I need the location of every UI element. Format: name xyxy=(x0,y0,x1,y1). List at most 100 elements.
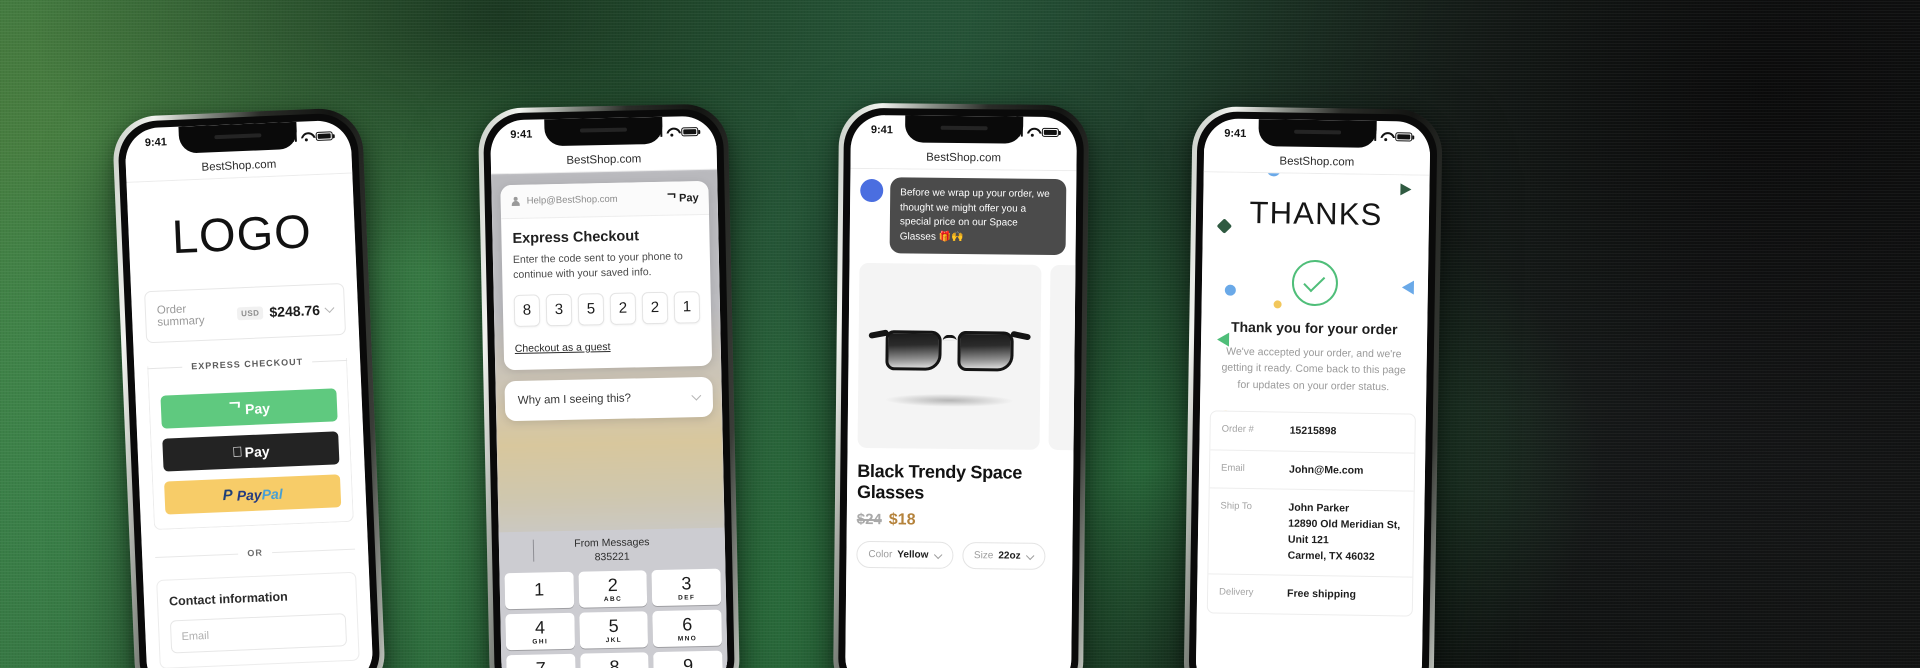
phone-2-screen: 9:41 BestShop.com Help@BestShop.com ᄀ Pa… xyxy=(489,115,729,668)
keypad-letters: GHI xyxy=(532,637,549,646)
keypad-key[interactable]: 9WXYZ xyxy=(653,650,723,668)
contact-title: Contact information xyxy=(168,589,289,609)
phone-bezel: 9:41 BestShop.com Help@BestShop.com ᄀ Pa… xyxy=(482,108,736,668)
currency-badge: USD xyxy=(236,305,264,320)
keypad-key[interactable]: 7PQRS xyxy=(506,653,576,668)
otp-digit[interactable]: 3 xyxy=(545,293,573,327)
express-checkout-box: ᄀ Pay  Pay P PayPal xyxy=(147,357,354,531)
lens-left xyxy=(885,329,942,371)
keypad-key[interactable]: 6 MNO xyxy=(652,609,723,648)
size-value: 22oz xyxy=(998,550,1021,562)
order-summary-label: Order summary xyxy=(156,303,205,329)
url-text: BestShop.com xyxy=(566,152,642,167)
paypal-label-pal: Pal xyxy=(261,485,283,503)
url-text: BestShop.com xyxy=(201,158,277,174)
keypad-key[interactable]: 2 ABC xyxy=(578,570,648,608)
table-row: Email John@Me.com xyxy=(1209,449,1415,492)
otp-digit[interactable]: 2 xyxy=(609,292,637,325)
otp-digit[interactable]: 5 xyxy=(577,292,605,326)
battery-icon xyxy=(315,130,333,141)
browser-url-bar[interactable]: BestShop.com xyxy=(1203,148,1431,176)
product-image-card[interactable] xyxy=(857,262,1042,450)
why-am-i-seeing-this-row[interactable]: Why am I seeing this? xyxy=(504,376,714,421)
bridge xyxy=(942,334,957,341)
wifi-icon xyxy=(1380,132,1391,141)
phone-1-content: LOGO Order summary USD $248.76 EXPRESS C… xyxy=(126,173,374,668)
product-info: Black Trendy Space Glasses $24 $18 Color… xyxy=(846,448,1073,570)
phone-3-product-offer: 9:41 BestShop.com Before we wrap up your… xyxy=(832,102,1090,668)
order-summary-row[interactable]: Order summary USD $248.76 xyxy=(144,282,347,344)
shop-pay-label: Pay xyxy=(244,399,271,417)
color-selector[interactable]: Color Yellow xyxy=(856,540,954,569)
phone-4-screen: 9:41 BestShop.com THANKS Thank you for y… xyxy=(1195,118,1431,668)
product-image-card-next[interactable] xyxy=(1048,264,1077,451)
sheet-header: Help@BestShop.com ᄀ Pay xyxy=(500,180,710,220)
phone-1-checkout: 9:41 BestShop.com LOGO Order summary USD… xyxy=(111,107,387,668)
phone-bezel: 9:41 BestShop.com THANKS Thank you for y… xyxy=(1188,111,1438,668)
keypad-key[interactable]: 4 GHI xyxy=(505,612,575,651)
url-text: BestShop.com xyxy=(926,151,1002,164)
chevron-down-icon[interactable] xyxy=(691,390,702,401)
otp-digit[interactable]: 8 xyxy=(513,294,541,327)
detail-key: Delivery xyxy=(1219,586,1254,599)
apple-pay-button[interactable]:  Pay xyxy=(162,431,340,472)
keypad-key[interactable]: 8TUV xyxy=(579,652,650,668)
status-time: 9:41 xyxy=(510,128,533,142)
size-selector[interactable]: Size 22oz xyxy=(961,541,1046,570)
sheet-subtitle: Enter the code sent to your phone to con… xyxy=(512,250,683,281)
color-value: Yellow xyxy=(897,549,929,561)
express-checkout-sheet: Help@BestShop.com ᄀ Pay Express Checkout… xyxy=(500,180,713,370)
keypad-key[interactable]: 1 xyxy=(504,571,574,610)
shop-pay-glyph: ᄀ xyxy=(665,191,678,206)
url-text: BestShop.com xyxy=(1279,154,1355,169)
order-total: $248.76 xyxy=(269,301,321,321)
keypad-number: 2 xyxy=(607,574,618,595)
price-original: $24 xyxy=(856,510,882,528)
table-row: Delivery Free shipping xyxy=(1208,575,1413,616)
price-discounted: $18 xyxy=(888,511,916,529)
browser-url-bar[interactable]: BestShop.com xyxy=(850,144,1077,172)
chevron-down-icon[interactable] xyxy=(934,550,943,558)
phone-bezel: 9:41 BestShop.com Before we wrap up your… xyxy=(837,107,1085,668)
otp-code-row: 8 3 5 2 2 1 xyxy=(513,290,701,327)
product-carousel[interactable] xyxy=(848,262,1077,451)
account-email: Help@BestShop.com xyxy=(526,193,618,207)
keypad-number: 5 xyxy=(608,615,619,636)
table-row: Order # 15215898 xyxy=(1210,411,1415,454)
paypal-button[interactable]: P PayPal xyxy=(164,474,342,515)
status-time: 9:41 xyxy=(144,136,168,150)
notch xyxy=(904,115,1023,144)
keypad-number: 7 xyxy=(535,657,547,668)
otp-digit[interactable]: 2 xyxy=(641,291,669,325)
phone-4-content: THANKS Thank you for your order We've ac… xyxy=(1195,172,1430,668)
apple-logo-icon:  xyxy=(232,443,243,459)
chevron-down-icon[interactable] xyxy=(324,303,335,313)
status-time: 9:41 xyxy=(870,124,893,137)
wifi-icon xyxy=(1027,127,1038,136)
sheet-title: Express Checkout xyxy=(512,228,640,247)
table-row: Ship To John Parker 12890 Old Meridian S… xyxy=(1208,488,1414,578)
chat-message-row: Before we wrap up your order, we thought… xyxy=(849,169,1076,265)
shop-pay-button[interactable]: ᄀ Pay xyxy=(160,388,338,429)
paypal-mark-icon: P xyxy=(222,486,234,505)
check-circle-icon xyxy=(1291,259,1339,307)
chevron-down-icon[interactable] xyxy=(1026,551,1035,559)
email-field[interactable]: Email xyxy=(169,613,348,654)
success-check xyxy=(1201,230,1428,322)
contact-information-box: Contact information Email xyxy=(156,571,360,668)
keypad-grid: 1 2ABC 3DEF 4GHI 5JKL 6MNO 7PQRS 8TUV 9W… xyxy=(499,568,728,668)
keypad-letters: JKL xyxy=(605,636,623,644)
keypad-key[interactable]: 3 DEF xyxy=(651,568,722,607)
battery-icon xyxy=(1041,127,1059,137)
keyboard-suggestion[interactable]: From Messages 835221 xyxy=(499,530,726,574)
checkout-as-guest-link[interactable]: Checkout as a guest xyxy=(515,341,611,355)
keypad-key[interactable]: 5 JKL xyxy=(578,611,649,649)
otp-digit[interactable]: 1 xyxy=(673,290,701,324)
or-divider: OR xyxy=(155,544,355,562)
detail-value: John@Me.com xyxy=(1288,463,1364,477)
keypad-letters: DEF xyxy=(678,593,696,602)
email-placeholder: Email xyxy=(181,629,210,643)
keypad-number: 3 xyxy=(681,572,692,594)
notch xyxy=(178,121,297,154)
apple-pay-label: Pay xyxy=(239,442,270,460)
